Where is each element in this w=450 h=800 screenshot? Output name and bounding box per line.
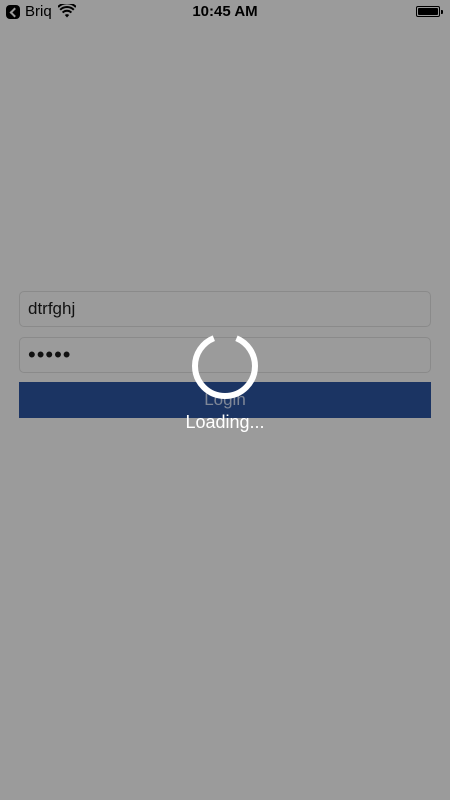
loading-text: Loading...	[185, 412, 265, 432]
battery-icon	[416, 6, 443, 17]
status-time: 10:45 AM	[192, 3, 258, 20]
username-input[interactable]	[19, 291, 431, 327]
battery-level	[418, 8, 438, 15]
loading-spinner-icon	[192, 333, 258, 399]
status-bar: Briq 10:45 AM	[0, 0, 450, 24]
